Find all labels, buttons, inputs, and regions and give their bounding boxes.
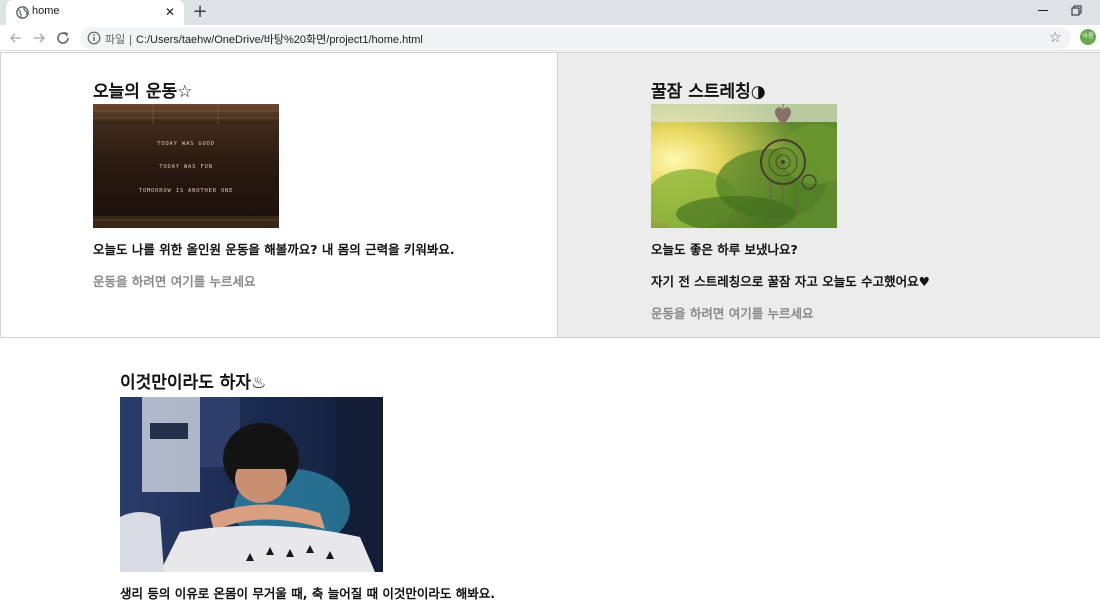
workout-link[interactable]: 운동을 하려면 여기를 누르세요 — [93, 271, 256, 290]
stretching-card: 꿀잠 스트레칭◑ 오늘도 좋은 하루 보냈나요? 자기 전 스트레칭으로 꿀잠 … — [557, 52, 1100, 338]
card-description: 생리 등의 이유로 온몸이 무거울 때, 축 늘어질 때 이것만이라도 해봐요. — [120, 586, 496, 601]
bookmark-star-icon[interactable]: ☆ — [1049, 29, 1062, 47]
info-icon[interactable] — [87, 31, 101, 45]
letterboard-line-2: TODAY WAS FUN — [159, 164, 212, 170]
browser-tab[interactable]: home ✕ — [6, 0, 184, 25]
letterboard-line-1: TODAY WAS GOOD — [157, 141, 215, 147]
card-title: 꿀잠 스트레칭◑ — [651, 82, 766, 102]
letterboard-line-3: TOMORROW IS ANOTHER ONE — [139, 188, 234, 194]
url-text[interactable]: C:/Users/taehw/OneDrive/바탕%20화면/project1… — [136, 31, 423, 47]
letterboard-image: TODAY WAS GOOD TODAY WAS FUN TOMORROW IS… — [93, 104, 279, 228]
forward-arrow-icon[interactable] — [31, 30, 47, 46]
minimum-workout-card: 이것만이라도 하자♨ 생리 등의 이유로 온몸이 무거울 때, 축 늘어질 때 … — [0, 338, 1100, 605]
card-title: 이것만이라도 하자♨ — [120, 373, 267, 393]
child-resting-image — [120, 397, 383, 572]
browser-toolbar: 파일 | C:/Users/taehw/OneDrive/바탕%20화면/pro… — [0, 25, 1100, 51]
restore-icon[interactable] — [1069, 3, 1083, 17]
globe-icon — [16, 6, 29, 19]
profile-avatar[interactable]: 아름 — [1080, 29, 1096, 45]
card-title: 오늘의 운동☆ — [93, 82, 193, 102]
stretching-link[interactable]: 운동을 하려면 여기를 누르세요 — [651, 303, 814, 322]
minimize-icon[interactable] — [1036, 3, 1050, 17]
tab-strip: home ✕ + — [0, 0, 1100, 25]
card-description-1: 오늘도 좋은 하루 보냈나요? — [651, 242, 798, 257]
new-tab-button[interactable]: + — [190, 2, 210, 22]
back-arrow-icon[interactable] — [8, 30, 24, 46]
workout-card: 오늘의 운동☆ TODAY WAS GOOD TODAY WAS FUN TOM… — [0, 52, 558, 338]
scheme-label: 파일 | — [105, 33, 133, 46]
close-tab-icon[interactable]: ✕ — [165, 4, 175, 20]
reload-icon[interactable] — [55, 30, 71, 46]
tab-title: home — [32, 5, 60, 17]
card-description: 오늘도 나를 위한 올인원 운동을 해볼까요? 내 몸의 근력을 키워봐요. — [93, 242, 455, 257]
card-description-2: 자기 전 스트레칭으로 꿀잠 자고 오늘도 수고했어요♥ — [651, 274, 930, 289]
address-bar[interactable]: 파일 | C:/Users/taehw/OneDrive/바탕%20화면/pro… — [80, 27, 1071, 49]
dreamcatcher-image — [651, 104, 837, 228]
page-content: 오늘의 운동☆ TODAY WAS GOOD TODAY WAS FUN TOM… — [0, 52, 1100, 605]
